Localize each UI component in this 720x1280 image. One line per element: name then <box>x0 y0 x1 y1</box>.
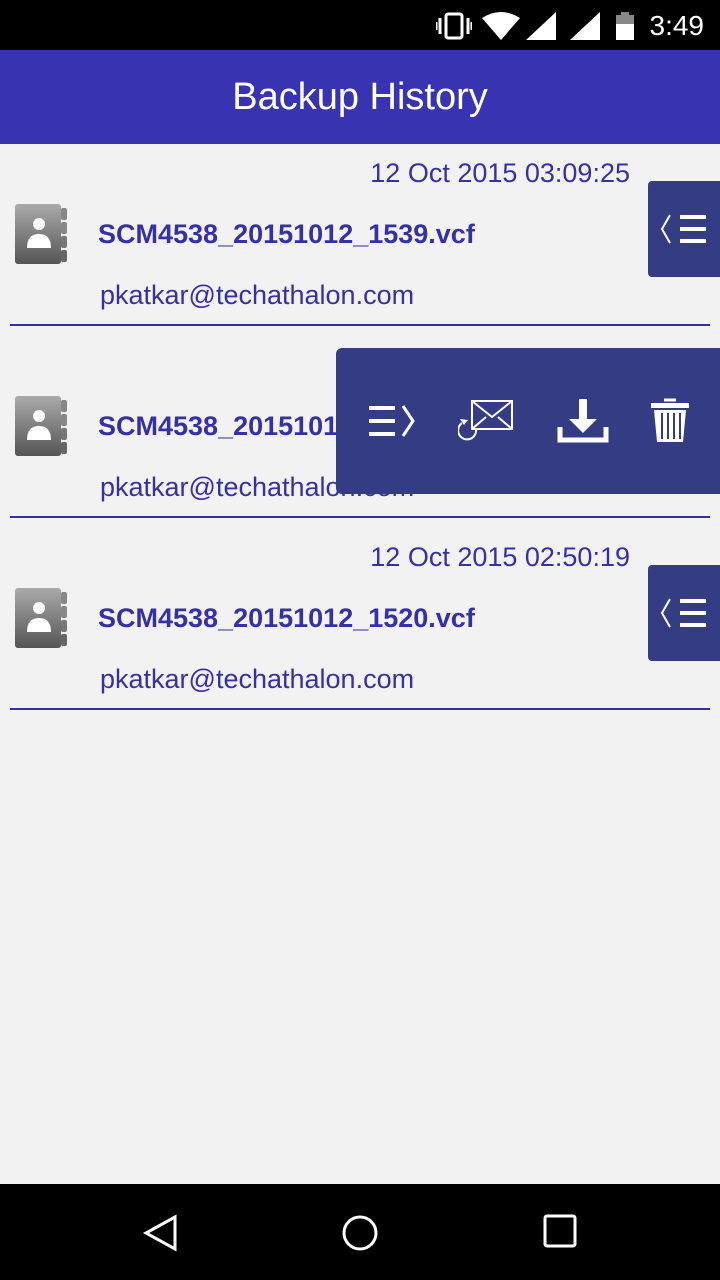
expand-actions-button[interactable] <box>648 565 720 661</box>
signal-icon <box>570 12 600 40</box>
restore-email-icon[interactable] <box>457 399 516 443</box>
backup-filename: SCM4538_20151012 <box>98 411 354 441</box>
trash-icon[interactable] <box>650 398 690 444</box>
list-item[interactable]: 12 Oct 2015 02:50:19 SCM4538_20151012_15… <box>0 528 720 720</box>
home-icon[interactable] <box>341 1214 379 1252</box>
backup-filename: SCM4538_20151012_1520.vcf <box>98 603 475 633</box>
navigation-bar <box>0 1184 720 1280</box>
collapse-menu-icon[interactable] <box>367 404 417 438</box>
backup-email: pkatkar@techathalon.com <box>100 280 415 310</box>
divider <box>10 516 710 518</box>
recents-icon[interactable] <box>543 1214 577 1248</box>
divider <box>10 708 710 710</box>
backup-date: 12 Oct 2015 02:50:19 <box>370 542 630 572</box>
backup-filename: SCM4538_20151012_1539.vcf <box>98 219 475 249</box>
battery-icon <box>616 12 634 40</box>
status-bar: 3:49 <box>0 0 720 50</box>
expand-actions-button[interactable] <box>648 181 720 277</box>
contacts-book-icon <box>15 204 67 264</box>
app-bar: Backup History <box>0 50 720 144</box>
backup-email: pkatkar@techathalon.com <box>100 664 415 694</box>
divider <box>10 324 710 326</box>
page-title: Backup History <box>232 75 488 118</box>
download-icon[interactable] <box>557 399 609 443</box>
contacts-book-icon <box>15 396 67 456</box>
wifi-icon <box>482 12 520 40</box>
backup-date: 12 Oct 2015 03:09:25 <box>370 158 630 188</box>
expand-menu-icon <box>660 598 706 628</box>
signal-icon <box>526 12 556 40</box>
vibrate-icon <box>436 12 472 40</box>
list-item[interactable]: 12 Oct 2015 03:09:25 SCM4538_20151012_15… <box>0 144 720 336</box>
action-panel <box>336 348 720 494</box>
expand-menu-icon <box>660 214 706 244</box>
back-icon[interactable] <box>142 1214 178 1252</box>
clock: 3:49 <box>649 10 705 41</box>
contacts-book-icon <box>15 588 67 648</box>
